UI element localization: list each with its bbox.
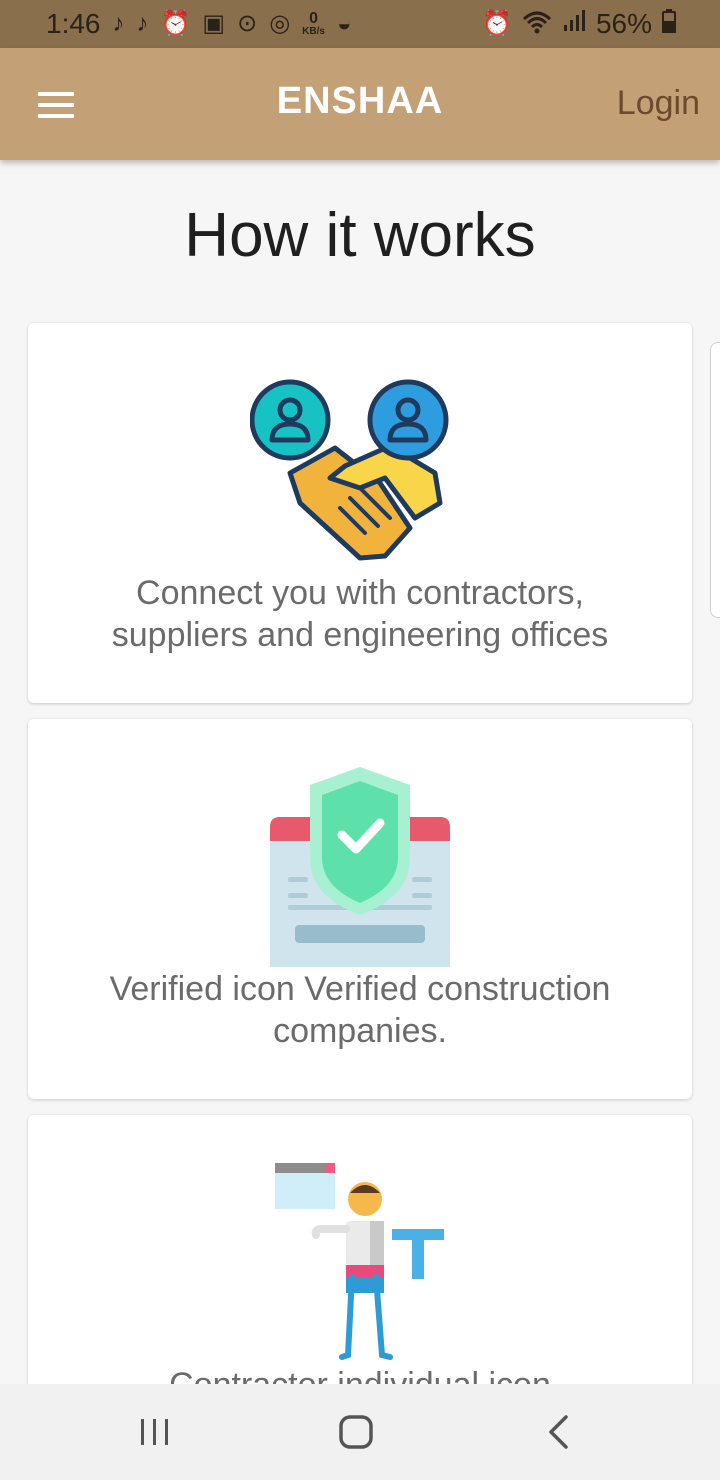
messenger-icon: ◎	[269, 10, 291, 37]
data-speed-icon: 0 KB/s	[302, 11, 325, 37]
alarm-icon: ⏰	[482, 10, 512, 37]
status-left: 1:46 ♪ ♪ ⏰ ▣ ⊙ ◎ 0 KB/s ◒	[46, 8, 351, 40]
back-button[interactable]	[528, 1412, 588, 1452]
edge-panel-handle[interactable]	[710, 342, 720, 618]
navigation-bar	[0, 1384, 720, 1480]
card-text-line: suppliers and engineering offices	[111, 616, 609, 654]
feature-card: Connect you with contractors, suppliers …	[28, 323, 692, 703]
menu-button[interactable]	[38, 92, 74, 118]
card-text-line: Verified icon Verified construction	[109, 970, 611, 1008]
speed-value: 0	[309, 10, 318, 27]
menu-icon-bar	[38, 103, 74, 107]
speed-unit: KB/s	[302, 26, 325, 37]
page-title: How it works	[184, 201, 536, 270]
home-icon	[339, 1415, 373, 1449]
card-text-line: companies.	[273, 1012, 447, 1050]
signal-icon	[562, 8, 586, 40]
feature-card: Verified icon Verified construction comp…	[28, 719, 692, 1099]
card-text: Verified icon Verified construction comp…	[28, 968, 692, 1052]
app-bar: ENSHAA Login	[0, 48, 720, 160]
tiktok-icon: ♪	[136, 10, 149, 37]
recent-apps-button[interactable]	[125, 1412, 185, 1452]
app-icon: ◒	[336, 10, 352, 37]
recent-apps-icon	[141, 1419, 168, 1445]
sync-icon: ⊙	[237, 10, 258, 37]
battery-percent: 56%	[595, 8, 652, 39]
alarm-icon: ⏰	[160, 10, 191, 37]
status-time: 1:46	[46, 8, 101, 39]
status-right: ⏰ 56%	[482, 8, 676, 40]
wifi-icon	[522, 10, 552, 39]
status-bar: 1:46 ♪ ♪ ⏰ ▣ ⊙ ◎ 0 KB/s ◒ ⏰ 56%	[0, 0, 720, 48]
menu-icon	[38, 92, 74, 96]
battery-icon	[662, 8, 676, 40]
handshake-icon	[250, 379, 449, 561]
gallery-icon: ▣	[202, 10, 226, 37]
home-button[interactable]	[326, 1412, 386, 1452]
card-text: Connect you with contractors, suppliers …	[28, 572, 692, 656]
login-button[interactable]: Login	[617, 84, 700, 123]
music-note-icon: ♪	[112, 10, 125, 37]
back-icon	[549, 1415, 568, 1449]
menu-icon-bar	[38, 114, 74, 118]
contractor-individual-icon	[275, 1163, 444, 1360]
app-title: ENSHAA	[276, 80, 444, 122]
card-text-line: Connect you with contractors,	[136, 574, 584, 612]
feature-card: Contractor individual icon	[28, 1115, 692, 1415]
verified-shield-icon	[270, 767, 450, 967]
